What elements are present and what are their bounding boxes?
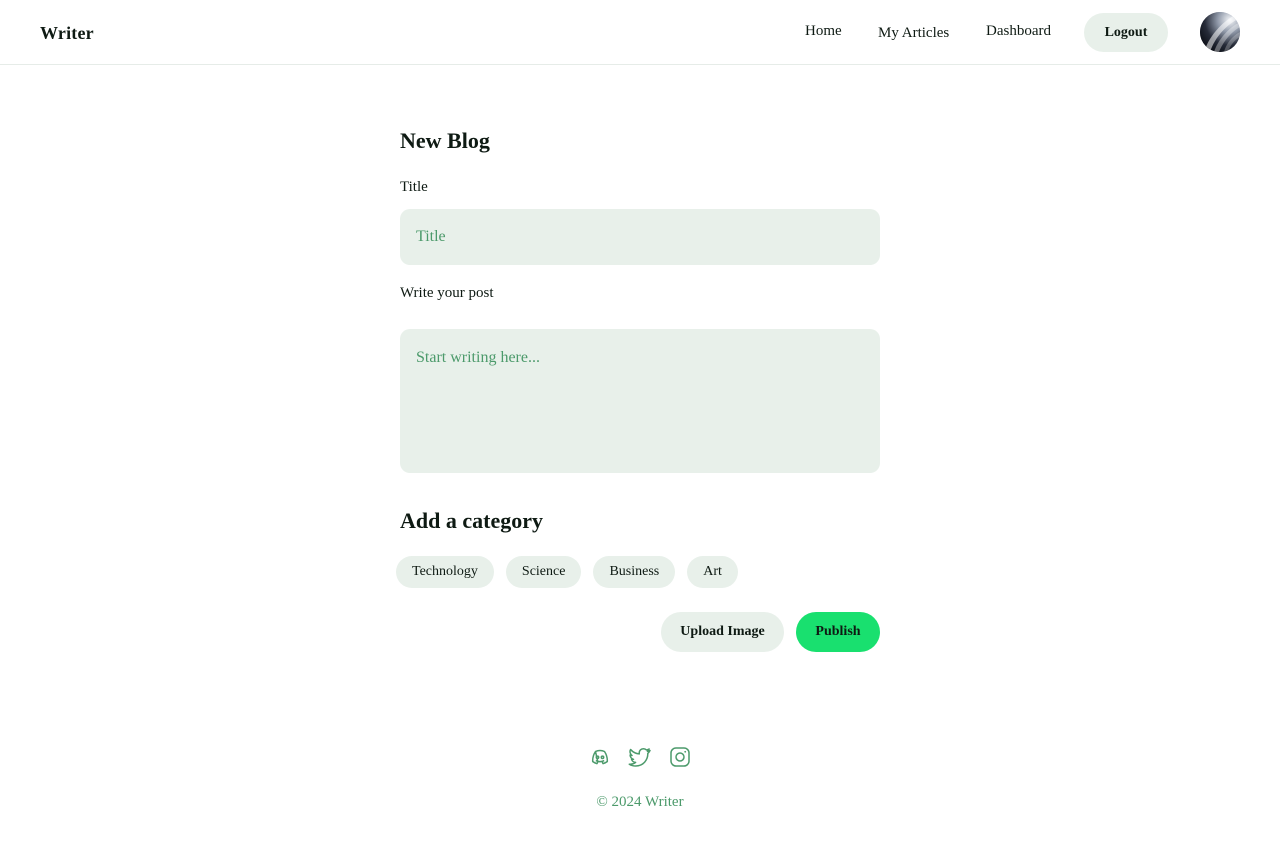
category-chip-science[interactable]: Science <box>505 556 582 588</box>
title-label: Title <box>400 179 428 195</box>
category-chips: Technology Science Business Art <box>396 556 738 588</box>
social-links <box>588 745 692 769</box>
nav-link-home[interactable]: Home <box>805 23 842 40</box>
category-chip-business[interactable]: Business <box>593 556 676 588</box>
upload-image-button[interactable]: Upload Image <box>661 612 784 652</box>
post-textarea[interactable] <box>400 329 880 473</box>
instagram-icon[interactable] <box>668 745 692 769</box>
twitter-icon[interactable] <box>628 745 652 769</box>
user-avatar[interactable] <box>1200 12 1240 52</box>
category-chip-technology[interactable]: Technology <box>396 556 494 588</box>
top-navbar: Writer Home My Articles Dashboard Logout <box>0 0 1280 65</box>
brand-logo[interactable]: Writer <box>40 23 94 44</box>
avatar-image <box>1200 12 1240 52</box>
category-heading: Add a category <box>400 508 543 533</box>
nav-link-my-articles[interactable]: My Articles <box>878 25 949 42</box>
category-chip-art[interactable]: Art <box>687 556 738 588</box>
page-title: New Blog <box>400 128 490 153</box>
copyright-text: © 2024 Writer <box>596 794 684 810</box>
logout-button[interactable]: Logout <box>1084 13 1168 52</box>
nav-link-dashboard[interactable]: Dashboard <box>986 23 1051 40</box>
discord-icon[interactable] <box>588 745 612 769</box>
title-input[interactable] <box>400 209 880 265</box>
publish-button[interactable]: Publish <box>796 612 880 652</box>
post-label: Write your post <box>400 285 494 301</box>
